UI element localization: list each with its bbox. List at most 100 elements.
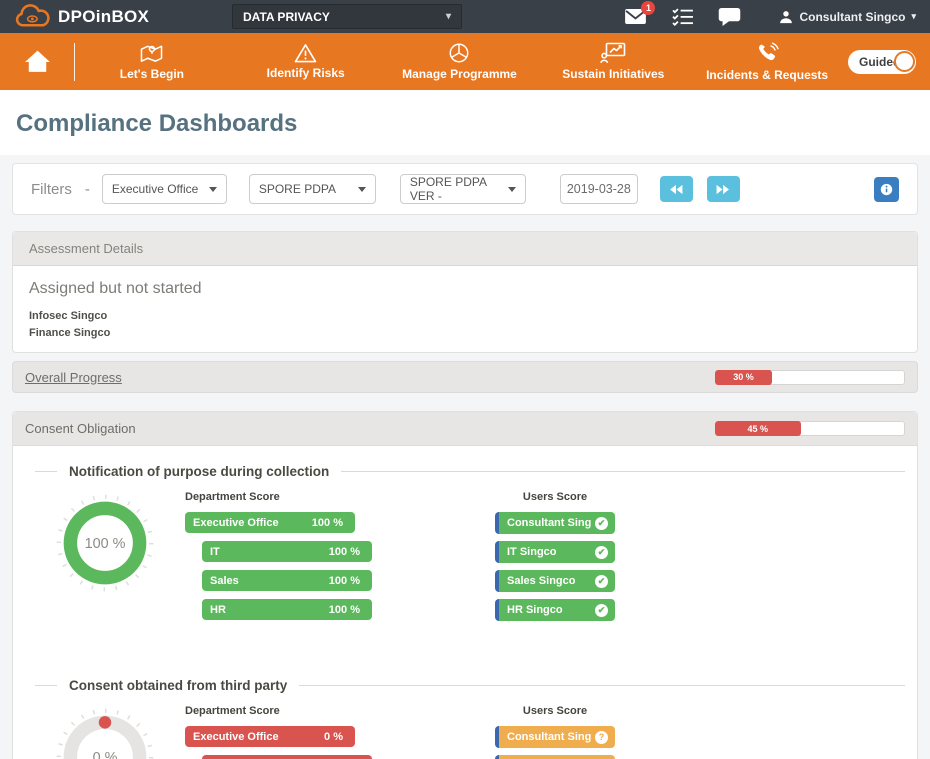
department-score-bar: Sales 100 % <box>202 570 372 591</box>
consent-progress-bar: 45 % <box>715 421 905 436</box>
section-content: 100 % Department Score Executive Office … <box>25 491 905 628</box>
caret-down-icon: ▾ <box>911 11 916 22</box>
filters-label: Filters- <box>31 181 90 198</box>
brand[interactable]: DPOinBOX <box>14 4 202 30</box>
department-score-column: Department Score Executive Office 0 % <box>185 705 389 759</box>
section-notification-of-purpose: Notification of purpose during collectio… <box>25 464 905 628</box>
section-title: Consent obtained from third party <box>69 678 287 693</box>
consent-progress-value: 45 % <box>747 424 768 434</box>
chat-icon <box>718 7 741 27</box>
check-circle-icon: ✔ <box>595 517 608 530</box>
chat-button[interactable] <box>718 7 741 27</box>
rewind-icon <box>668 184 684 195</box>
dpoinbox-logo-icon <box>14 4 52 30</box>
user-score-pill[interactable] <box>495 755 615 759</box>
users-score-heading: Users Score <box>495 491 615 503</box>
app-root: DPOinBOX DATA PRIVACY ▾ 1 <box>0 0 930 759</box>
presentation-icon <box>600 42 626 64</box>
donut-label: 0 % <box>93 750 118 759</box>
nav-manage-programme[interactable]: Manage Programme <box>383 42 537 81</box>
user-score-pill[interactable]: Consultant Sing ✔ <box>495 512 615 534</box>
tasks-icon <box>671 7 694 26</box>
donut-label: 100 % <box>85 536 126 552</box>
next-period-button[interactable] <box>707 176 740 202</box>
nav-label: Incidents & Requests <box>706 68 828 82</box>
question-circle-icon: ? <box>595 731 608 744</box>
divider <box>35 471 57 472</box>
home-icon <box>24 49 51 74</box>
date-input[interactable] <box>560 174 638 204</box>
main-nav: Let's Begin Identify Risks Manage Progra… <box>0 33 930 90</box>
info-button[interactable] <box>874 177 899 202</box>
user-menu[interactable]: Consultant Singco ▾ <box>779 10 916 24</box>
users-score-heading: Users Score <box>495 705 615 717</box>
module-select-value: DATA PRIVACY <box>243 10 330 24</box>
topbar-right: 1 <box>624 7 916 27</box>
nav-home[interactable] <box>0 49 74 74</box>
tasks-button[interactable] <box>671 7 694 26</box>
user-score-pill[interactable]: Sales Singco ✔ <box>495 570 615 592</box>
phone-icon <box>756 42 779 65</box>
department-score-bar: Executive Office 0 % <box>185 726 355 747</box>
department-score-column: Department Score Executive Office 100 % … <box>185 491 389 628</box>
section-consent-third-party: Consent obtained from third party 0 % <box>25 678 905 759</box>
donut-chart: 100 % <box>25 491 185 628</box>
consent-obligation-label: Consent Obligation <box>25 421 136 436</box>
brand-name: DPOinBOX <box>58 7 149 27</box>
donut-marker <box>99 716 112 729</box>
caret-down-icon <box>508 187 516 192</box>
module-select[interactable]: DATA PRIVACY ▾ <box>232 4 462 29</box>
nav-label: Identify Risks <box>267 66 345 80</box>
assessment-status: Assigned but not started <box>29 280 901 298</box>
assessment-details-card: Assessment Details Assigned but not star… <box>12 231 918 353</box>
nav-incidents-requests[interactable]: Incidents & Requests <box>690 42 844 82</box>
consent-obligation-body: Notification of purpose during collectio… <box>13 446 917 759</box>
nav-label: Let's Begin <box>120 67 184 81</box>
nav-label: Manage Programme <box>402 67 517 81</box>
user-score-pill[interactable]: HR Singco ✔ <box>495 599 615 621</box>
department-select[interactable]: Executive Office <box>102 174 227 204</box>
guided-toggle[interactable]: Guided <box>848 50 916 74</box>
pending-user: Infosec Singco <box>29 308 901 325</box>
donut-chart: 0 % <box>25 705 185 759</box>
department-score-heading: Department Score <box>185 491 389 503</box>
toggle-knob <box>894 51 915 72</box>
consent-progress-fill: 45 % <box>715 421 801 436</box>
department-score-bar: IT 100 % <box>202 541 372 562</box>
department-score-heading: Department Score <box>185 705 389 717</box>
donut-100pct: 100 % <box>55 493 155 593</box>
nav-sustain-initiatives[interactable]: Sustain Initiatives <box>536 42 690 81</box>
user-icon <box>779 10 793 24</box>
info-icon <box>880 182 893 197</box>
overall-progress-link[interactable]: Overall Progress <box>25 370 122 385</box>
mail-button[interactable]: 1 <box>624 8 647 25</box>
regulation-select[interactable]: SPORE PDPA <box>249 174 376 204</box>
pending-users: Infosec Singco Finance Singco <box>29 308 901 342</box>
globe-icon <box>448 42 470 64</box>
consent-obligation-header: Consent Obligation 45 % <box>13 412 917 446</box>
mail-badge: 1 <box>641 1 655 15</box>
donut-0pct: 0 % <box>55 707 155 759</box>
section-header: Consent obtained from third party <box>25 678 905 693</box>
nav-label: Sustain Initiatives <box>562 67 664 81</box>
version-select[interactable]: SPORE PDPA VER - <box>400 174 526 204</box>
caret-down-icon <box>358 187 366 192</box>
filters-bar: Filters- Executive Office SPORE PDPA SPO… <box>12 163 918 215</box>
caret-down-icon: ▾ <box>446 11 451 22</box>
page-title: Compliance Dashboards <box>0 90 930 155</box>
overall-progress-value: 30 % <box>733 372 754 382</box>
check-circle-icon: ✔ <box>595 604 608 617</box>
consent-obligation-panel: Consent Obligation 45 % Notification of … <box>12 411 918 759</box>
nav-identify-risks[interactable]: Identify Risks <box>229 43 383 80</box>
caret-down-icon <box>209 187 217 192</box>
department-score-bar: HR 100 % <box>202 599 372 620</box>
pending-user: Finance Singco <box>29 325 901 342</box>
check-circle-icon: ✔ <box>595 546 608 559</box>
user-menu-label: Consultant Singco <box>799 10 905 24</box>
user-score-pill[interactable]: IT Singco ✔ <box>495 541 615 563</box>
prev-period-button[interactable] <box>660 176 693 202</box>
fast-forward-icon <box>715 184 731 195</box>
divider <box>35 685 57 686</box>
nav-lets-begin[interactable]: Let's Begin <box>75 43 229 81</box>
user-score-pill[interactable]: Consultant Sing ? <box>495 726 615 748</box>
